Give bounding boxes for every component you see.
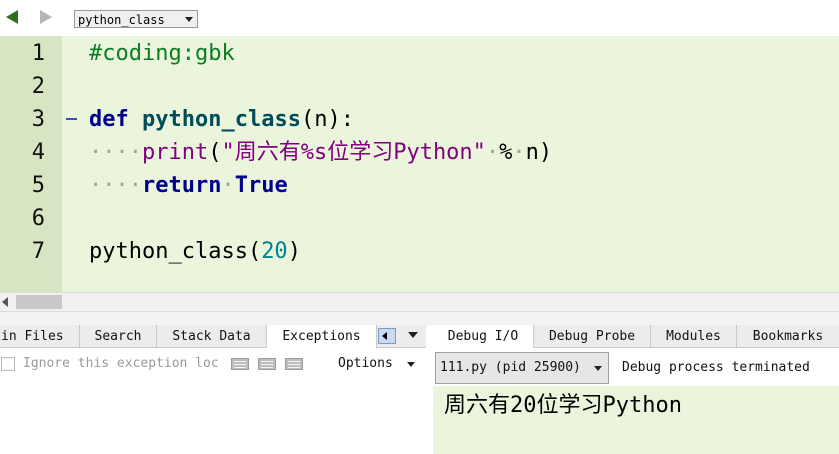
code-line[interactable]: 7 python_class(20) [0,235,839,268]
code-editor[interactable]: 1 #coding:gbk 2 3 def python_class(n): 4 ····p… [0,36,839,292]
tab-in-files[interactable]: in Files [0,325,80,348]
code-text: ····return·True [89,169,288,202]
line-number: 3 [31,107,45,132]
code-token: python_class( [89,239,262,264]
forward-arrow-icon[interactable] [40,10,52,24]
code-text: python_class(20) [89,235,301,268]
code-token: #coding:gbk [89,41,235,66]
code-token: % [499,140,513,165]
code-token: n) [525,140,553,165]
tab-modules[interactable]: Modules [651,325,737,348]
code-token: return [141,173,222,198]
code-token: def [89,107,129,132]
ignore-exception-label: Ignore this exception loc [23,356,219,371]
stack-frame-icon[interactable] [231,358,249,370]
code-line[interactable]: 3 def python_class(n): [0,103,839,136]
chevron-down-icon[interactable] [407,362,415,367]
debug-status: Debug process terminated [622,360,810,375]
debug-io-toolbar: 111.py (pid 25900) Debug process termina… [433,348,839,386]
horizontal-scrollbar[interactable] [0,292,839,312]
code-line[interactable]: 2 [0,70,839,103]
exceptions-panel: in Files Search Stack Data Exceptions Ig… [0,325,426,454]
line-number: 1 [31,41,45,66]
process-select[interactable]: 111.py (pid 25900) [435,352,609,384]
code-line[interactable]: 5 ····return·True [0,169,839,202]
code-text: #coding:gbk [89,37,235,70]
code-text: def python_class(n): [89,103,354,136]
tab-bookmarks[interactable]: Bookmarks [737,325,839,348]
options-menu[interactable]: Options [338,353,393,375]
debug-output-area[interactable]: 周六有20位学习Python [433,386,839,454]
function-select-value: python_class [78,13,165,27]
tab-stack-data[interactable]: Stack Data [157,325,267,348]
code-token: True [234,173,288,198]
code-token: · [485,140,500,165]
scroll-left-icon [382,332,387,340]
panel-splitter[interactable] [0,312,839,325]
line-number: 7 [31,239,45,264]
code-token: "周六有%s位学习Python" [221,140,486,165]
code-line[interactable]: 6 [0,202,839,235]
left-tab-bar: in Files Search Stack Data Exceptions [0,325,426,349]
chevron-down-icon [185,17,193,22]
code-token: ···· [89,140,142,165]
tab-exceptions[interactable]: Exceptions [267,325,377,349]
tab-search[interactable]: Search [80,325,157,348]
line-number: 6 [31,206,45,231]
code-token: ( [208,140,222,165]
scrollbar-thumb[interactable] [16,295,62,309]
function-select[interactable]: python_class [74,10,198,28]
line-number: 5 [31,173,45,198]
debug-io-panel: Debug I/O Debug Probe Modules Bookmarks … [433,325,839,454]
code-token: 20 [261,239,288,264]
line-number: 4 [31,140,45,165]
tab-debug-io[interactable]: Debug I/O [433,325,534,349]
chevron-down-icon [594,366,602,371]
editor-toolbar: python_class [0,0,839,36]
right-tab-bar: Debug I/O Debug Probe Modules Bookmarks [433,325,839,349]
code-token: (n): [300,107,354,132]
exception-toolbar: Ignore this exception loc Options [0,353,426,375]
ignore-exception-checkbox[interactable] [1,357,15,371]
code-token: ···· [89,173,142,198]
output-line: 周六有20位学习Python [444,393,682,418]
code-line[interactable]: 1 #coding:gbk [0,37,839,70]
code-text: ····print("周六有%s位学习Python"·%·n) [89,136,552,169]
code-token: · [512,140,526,165]
code-token: ) [287,239,301,264]
tab-menu-icon[interactable] [408,332,418,338]
back-arrow-icon[interactable] [6,10,18,24]
tab-scroll-button[interactable] [378,328,396,344]
scroll-left-icon[interactable] [2,297,8,307]
code-token: · [221,173,235,198]
code-token: print [141,140,209,165]
tab-debug-probe[interactable]: Debug Probe [534,325,651,348]
line-number: 2 [31,74,45,99]
code-token: python_class [142,107,301,132]
code-line[interactable]: 4 ····print("周六有%s位学习Python"·%·n) [0,136,839,169]
fold-collapse-icon[interactable] [66,118,77,120]
stack-frame-icon[interactable] [258,358,276,370]
stack-frame-icon[interactable] [285,358,303,370]
process-select-value: 111.py (pid 25900) [440,360,581,375]
